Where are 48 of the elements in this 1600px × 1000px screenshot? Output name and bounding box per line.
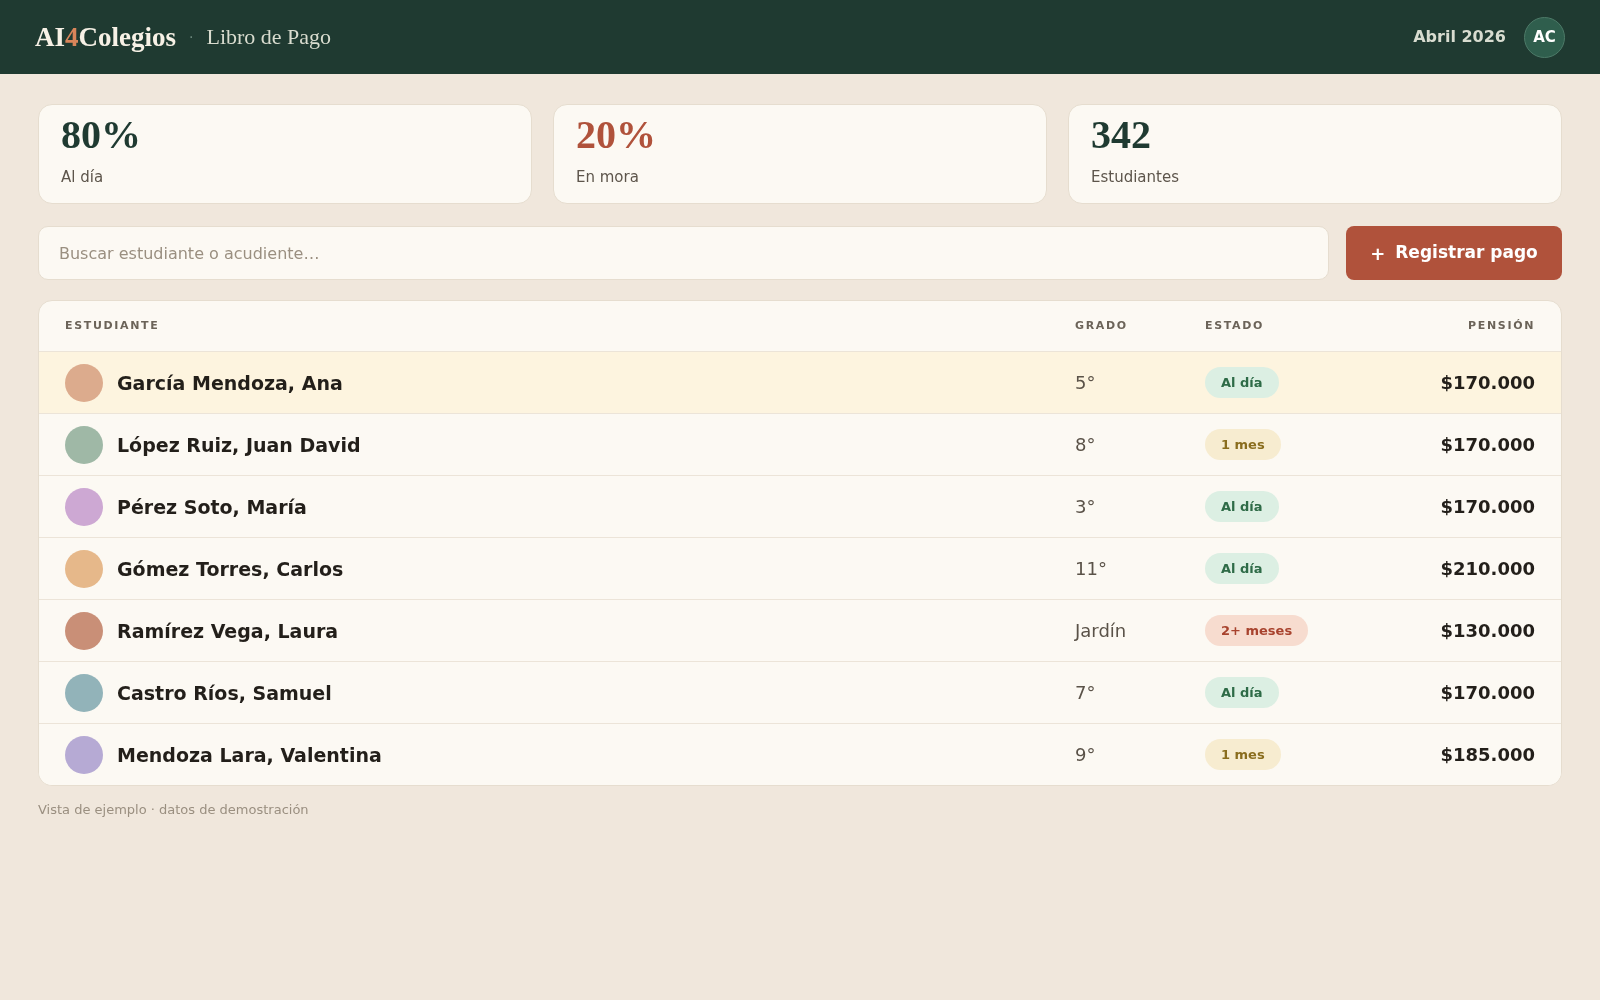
- stat-value: 80%: [61, 113, 141, 157]
- column-header: ESTADO: [1205, 317, 1265, 334]
- grade-cell: 11°: [1075, 556, 1107, 581]
- student-name: Pérez Soto, María: [117, 494, 307, 519]
- column-header: GRADO: [1075, 317, 1129, 334]
- stat-label: Estudiantes: [1091, 167, 1179, 187]
- column-header: PENSIÓN: [1467, 317, 1535, 334]
- period-label: Abril 2026: [1413, 26, 1506, 48]
- grade-cell: 9°: [1075, 742, 1096, 767]
- page-title: Libro de Pago: [206, 23, 332, 51]
- amount-cell: $170.000: [1440, 494, 1535, 519]
- amount-cell: $130.000: [1440, 618, 1535, 643]
- header-separator: ·: [189, 28, 194, 47]
- student-name: Gómez Torres, Carlos: [117, 556, 344, 581]
- status-badge: 2+ meses: [1205, 615, 1309, 646]
- amount-cell: $170.000: [1440, 680, 1535, 705]
- amount-cell: $170.000: [1440, 370, 1535, 395]
- student-name: Castro Ríos, Samuel: [117, 680, 332, 705]
- grade-cell: 7°: [1075, 680, 1096, 705]
- user-avatar[interactable]: AC: [1524, 16, 1565, 58]
- status-badge: 1 mes: [1205, 429, 1281, 460]
- logo: AI4Colegios: [35, 21, 176, 53]
- search-field[interactable]: Buscar estudiante o acudiente…: [38, 226, 1329, 280]
- status-badge: Al día: [1205, 677, 1279, 708]
- register-payment-button[interactable]: + Registrar pago: [1346, 226, 1562, 280]
- status-badge: Al día: [1205, 491, 1279, 522]
- table-row[interactable]: Mendoza Lara, Valentina 9° 1 mes $185.000: [39, 723, 1561, 785]
- grade-cell: 3°: [1075, 494, 1096, 519]
- status-badge: 1 mes: [1205, 739, 1281, 770]
- grade-cell: 8°: [1075, 432, 1096, 457]
- column-header: ESTUDIANTE: [65, 317, 161, 334]
- student-name: García Mendoza, Ana: [117, 370, 343, 395]
- student-name: López Ruiz, Juan David: [117, 432, 361, 457]
- grade-cell: Jardín: [1075, 618, 1127, 643]
- student-name: Mendoza Lara, Valentina: [117, 742, 382, 767]
- amount-cell: $185.000: [1440, 742, 1535, 767]
- status-badge: Al día: [1205, 553, 1279, 584]
- amount-cell: $210.000: [1440, 556, 1535, 581]
- stat-label: En mora: [576, 167, 639, 187]
- stat-value: 20%: [576, 113, 656, 157]
- footer-note: Vista de ejemplo · datos de demostración: [38, 801, 309, 819]
- stat-label: Al día: [61, 167, 104, 187]
- student-name: Ramírez Vega, Laura: [117, 618, 339, 643]
- table-row[interactable]: García Mendoza, Ana 5° Al día $170.000: [39, 351, 1561, 413]
- stat-value: 342: [1091, 113, 1151, 157]
- grade-cell: 5°: [1075, 370, 1096, 395]
- status-badge: Al día: [1205, 367, 1279, 398]
- amount-cell: $170.000: [1440, 432, 1535, 457]
